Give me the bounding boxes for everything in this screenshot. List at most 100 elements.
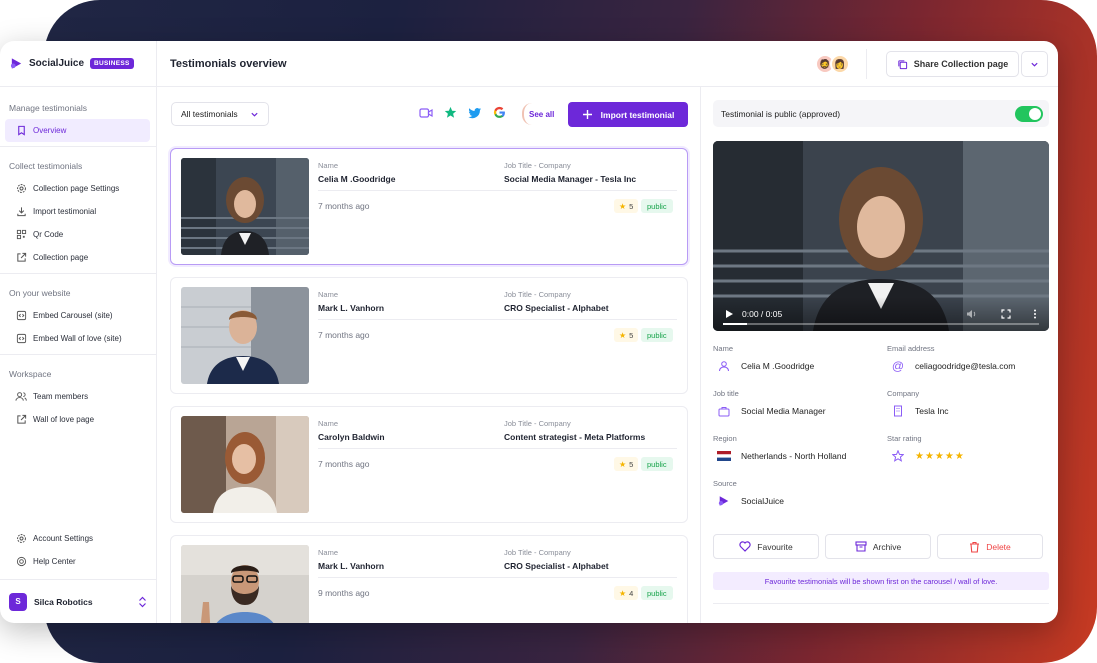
delete-label: Delete [986, 541, 1011, 552]
sidebar-item-label: Embed Wall of love (site) [33, 334, 122, 343]
field-label-source: Source [713, 479, 737, 488]
field-region: Netherlands - North Holland [715, 447, 846, 465]
trash-icon [970, 541, 980, 553]
play-icon[interactable] [725, 309, 734, 319]
bookmark-icon [15, 125, 27, 137]
share-dropdown-button[interactable] [1021, 51, 1048, 77]
archive-button[interactable]: Archive [825, 534, 931, 559]
user-icon [715, 357, 733, 375]
sidebar-section-title: Collect testimonials [9, 161, 83, 171]
rating-value: 5 [629, 330, 634, 340]
sidebar-item-import[interactable]: Import testimonial [5, 200, 150, 223]
see-all-sources-link[interactable]: See all [522, 103, 559, 125]
page-title: Testimonials overview [170, 57, 287, 70]
sidebar-divider [0, 354, 156, 355]
favourite-button[interactable]: Favourite [713, 534, 819, 559]
rating-value: 4 [629, 588, 634, 598]
testimonial-detail-panel: Testimonial is public (approved) 0:00 / [701, 87, 1058, 623]
field-name-value: Celia M .Goodridge [741, 361, 815, 371]
status-badge: public [641, 328, 673, 342]
import-testimonial-button[interactable]: Import testimonial [568, 102, 688, 127]
testimonial-name: Carolyn Baldwin [318, 432, 385, 442]
public-toggle-label: Testimonial is public (approved) [721, 108, 841, 119]
briefcase-icon [715, 402, 733, 420]
share-collection-button[interactable]: Share Collection page [886, 51, 1019, 77]
fullscreen-icon[interactable] [1001, 309, 1011, 319]
favourite-info-note: Favourite testimonials will be shown fir… [713, 572, 1049, 590]
star-outline-icon [889, 447, 907, 465]
sidebar-item-label: Collection page [33, 253, 89, 262]
delete-button[interactable]: Delete [937, 534, 1043, 559]
sidebar-item-qr-code[interactable]: Qr Code [5, 223, 150, 246]
plan-badge: BUSINESS [90, 58, 134, 69]
testimonial-video-player[interactable]: 0:00 / 0:05 [713, 141, 1049, 331]
video-progress-fill [723, 323, 747, 325]
testimonial-job: CRO Specialist - Alphabet [504, 303, 609, 313]
sidebar-item-label: Collection page Settings [33, 184, 120, 193]
share-label: Share Collection page [913, 59, 1009, 69]
field-name: Celia M .Goodridge [715, 357, 814, 375]
more-vertical-icon[interactable] [1033, 309, 1037, 319]
sidebar-item-wall-of-love[interactable]: Wall of love page [5, 408, 150, 431]
top-header: SocialJuice BUSINESS Testimonials overvi… [0, 41, 1058, 87]
field-label-name: Name [713, 344, 734, 353]
star-rating-display: ★★★★★ [915, 450, 965, 462]
help-icon [15, 556, 27, 568]
sidebar-item-account-settings[interactable]: Account Settings [5, 527, 150, 550]
testimonial-card[interactable]: Name Mark L. Vanhorn Job Title - Company… [170, 535, 688, 623]
heart-icon [739, 541, 751, 552]
sidebar-item-team-members[interactable]: Team members [5, 385, 150, 408]
testimonial-card[interactable]: Name Carolyn Baldwin Job Title - Company… [170, 406, 688, 523]
at-sign-icon: @ [891, 359, 905, 373]
testimonial-list-panel: All testimonials See all Import testimon… [157, 87, 701, 623]
twitter-icon[interactable] [468, 107, 482, 119]
testimonial-thumbnail [181, 158, 309, 255]
sidebar-item-embed-carousel[interactable]: Embed Carousel (site) [5, 304, 150, 327]
detail-divider [713, 603, 1049, 604]
testimonial-card[interactable]: Name Celia M .Goodridge Job Title - Comp… [170, 148, 688, 265]
name-label: Name [318, 290, 339, 299]
qr-code-icon [15, 229, 27, 241]
team-avatars[interactable]: 🧔 👩 [815, 54, 850, 74]
testimonial-card[interactable]: Name Mark L. Vanhorn Job Title - Company… [170, 277, 688, 394]
field-job-value: Social Media Manager [741, 406, 826, 416]
brand[interactable]: SocialJuice BUSINESS [0, 41, 157, 87]
chevron-down-icon [1031, 62, 1038, 67]
sidebar-item-label: Import testimonial [33, 207, 97, 216]
org-name: Silca Robotics [34, 596, 93, 607]
sidebar-item-collection-settings[interactable]: Collection page Settings [5, 177, 150, 200]
trustpilot-star-icon[interactable] [444, 106, 457, 119]
card-divider [318, 319, 677, 320]
video-progress-bar[interactable] [723, 323, 1039, 325]
sidebar-item-help-center[interactable]: Help Center [5, 550, 150, 573]
star-icon: ★ [619, 588, 627, 598]
field-company-value: Tesla Inc [915, 406, 949, 416]
card-divider [318, 577, 677, 578]
field-region-value: Netherlands - North Holland [741, 451, 847, 461]
name-label: Name [318, 161, 339, 170]
testimonial-date: 7 months ago [318, 330, 370, 340]
building-icon [889, 402, 907, 420]
sidebar-item-embed-wall[interactable]: Embed Wall of love (site) [5, 327, 150, 350]
field-source-value: SocialJuice [741, 496, 784, 506]
organization-switcher[interactable]: S Silca Robotics [0, 579, 156, 623]
testimonial-filter-select[interactable]: All testimonials [171, 102, 269, 126]
code-icon [15, 333, 27, 345]
chevron-up-down-icon [139, 596, 146, 607]
rating-badge: ★ 4 [614, 586, 639, 600]
google-icon[interactable] [493, 106, 506, 119]
video-icon[interactable] [419, 107, 433, 119]
sidebar-item-label: Overview [33, 126, 67, 135]
users-icon [15, 391, 27, 403]
sidebar-item-collection-page[interactable]: Collection page [5, 246, 150, 269]
sidebar-item-overview[interactable]: Overview [5, 119, 150, 142]
field-email-value: celiagoodridge@tesla.com [915, 361, 1016, 371]
code-icon [15, 310, 27, 322]
job-label: Job Title - Company [504, 161, 571, 170]
volume-icon[interactable] [966, 309, 977, 319]
job-label: Job Title - Company [504, 419, 571, 428]
rating-value: 5 [629, 201, 634, 211]
public-toggle-switch[interactable] [1015, 106, 1043, 122]
favourite-label: Favourite [757, 541, 793, 552]
field-company: Tesla Inc [889, 402, 949, 420]
